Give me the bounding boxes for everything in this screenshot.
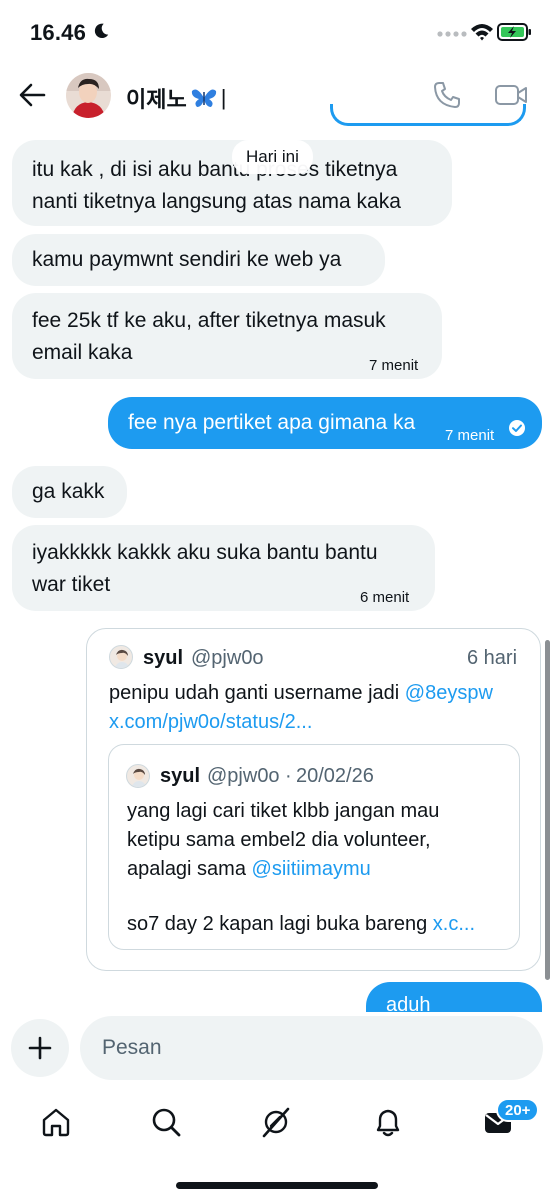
incoming-message[interactable]: fee 25k tf ke aku, after tiketnya masuk … xyxy=(12,293,442,379)
nested-author-handle: @pjw0o xyxy=(207,765,280,787)
message-input[interactable] xyxy=(80,1016,543,1080)
plus-icon xyxy=(28,1036,52,1060)
contact-name-suffix: | xyxy=(220,85,227,110)
message-composer xyxy=(0,1012,554,1092)
nested-text-line: yang lagi cari tiket klbb jangan mau xyxy=(127,800,440,822)
butterfly-emoji-icon xyxy=(191,89,216,107)
nested-text-line: ketipu sama embel2 dia volunteer, xyxy=(127,829,431,851)
nested-separator-dot: · xyxy=(285,765,292,787)
status-time: 16.46 xyxy=(30,20,87,45)
message-line: kamu paymwnt sendiri ke web ya xyxy=(32,248,342,271)
bottom-navigation: 20+ xyxy=(0,1092,554,1200)
post-url-link[interactable]: x.com/pjw0o/status/2... xyxy=(109,708,529,737)
mention-link[interactable]: @8eyspw xyxy=(405,682,493,704)
home-indicator xyxy=(176,1182,378,1189)
scrollbar[interactable] xyxy=(545,640,550,980)
messages-badge: 20+ xyxy=(496,1098,540,1122)
message-line: nanti tiketnya langsung atas nama kaka xyxy=(32,190,401,213)
outgoing-message[interactable]: fee nya pertiket apa gimana ka 7 menit xyxy=(108,397,542,449)
quoted-author-name: syul xyxy=(143,647,184,669)
nested-post-link[interactable]: x.c... xyxy=(433,913,475,935)
contact-name-text: 이제노 xyxy=(126,87,187,112)
incoming-message[interactable]: kamu paymwnt sendiri ke web ya xyxy=(12,234,385,286)
incoming-message[interactable]: iyakkkkk kakkk aku suka bantu bantu war … xyxy=(12,525,435,611)
nested-post-text: yang lagi cari tiket klbb jangan mau ket… xyxy=(127,797,517,939)
quoted-author-avatar xyxy=(109,645,133,669)
home-icon[interactable] xyxy=(40,1106,72,1138)
message-line: ga kakk xyxy=(32,480,105,503)
add-attachment-button[interactable] xyxy=(11,1019,69,1077)
battery-charging-icon xyxy=(497,23,531,41)
incoming-message[interactable]: ga kakk xyxy=(12,466,127,518)
message-line: fee 25k tf ke aku, after tiketnya masuk xyxy=(32,309,386,332)
wifi-icon xyxy=(471,24,493,41)
grok-icon[interactable] xyxy=(260,1106,292,1138)
read-receipt-icon xyxy=(509,420,525,436)
nested-quoted-post[interactable]: syul @pjw0o · 20/02/26 yang lagi cari ti… xyxy=(108,744,520,950)
mention-link[interactable]: @siitiimaymu xyxy=(252,858,371,880)
message-time: 7 menit xyxy=(369,357,419,374)
message-line: iyakkkkk kakkk aku suka bantu bantu xyxy=(32,541,378,564)
shared-post-card[interactable]: syul @pjw0o 6 hari penipu udah ganti use… xyxy=(86,628,541,971)
cellular-signal-icon xyxy=(437,31,467,37)
back-arrow-icon[interactable] xyxy=(18,82,46,108)
notifications-icon[interactable] xyxy=(372,1106,404,1138)
contact-name[interactable]: 이제노 | xyxy=(126,82,226,114)
message-time: 7 menit xyxy=(445,427,495,444)
nested-author-name: syul xyxy=(160,765,201,787)
moon-icon xyxy=(94,23,109,39)
previous-outgoing-bubble-edge xyxy=(330,104,526,126)
message-line: war tiket xyxy=(32,573,111,596)
message-time: 6 menit xyxy=(360,589,410,606)
message-line: email kaka xyxy=(32,341,133,364)
nested-author-avatar xyxy=(126,764,150,788)
quoted-author-handle: @pjw0o xyxy=(191,647,264,669)
contact-avatar[interactable] xyxy=(66,73,111,118)
nested-text-part: so7 day 2 kapan lagi buka bareng xyxy=(127,913,433,935)
nested-text-part: apalagi sama xyxy=(127,858,252,880)
quoted-post-text: penipu udah ganti username jadi @8eyspw … xyxy=(109,679,529,737)
quoted-post-age: 6 hari xyxy=(467,647,518,669)
search-icon[interactable] xyxy=(150,1106,182,1138)
date-separator: Hari ini xyxy=(232,140,313,174)
nested-post-date: 20/02/26 xyxy=(296,765,374,787)
status-bar: 16.46 xyxy=(0,0,554,64)
quoted-text-part: penipu udah ganti username jadi xyxy=(109,682,405,704)
